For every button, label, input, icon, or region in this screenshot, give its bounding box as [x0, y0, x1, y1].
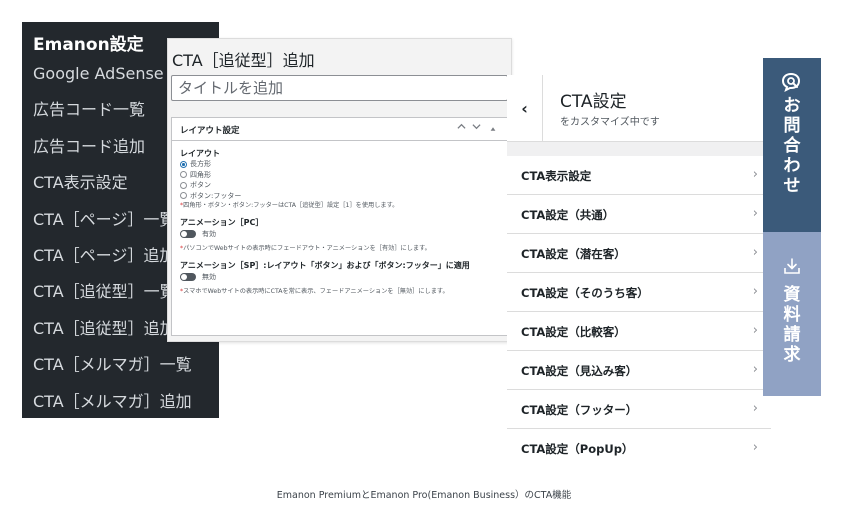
- move-up-icon[interactable]: [457, 122, 466, 134]
- section-cta-footer[interactable]: CTA設定（フッター） ›: [507, 390, 771, 429]
- radio-icon[interactable]: [180, 192, 187, 200]
- layout-option-rectangle[interactable]: 長方形: [180, 159, 499, 170]
- animation-sp-toggle-row[interactable]: 無効: [180, 271, 499, 283]
- page-title: CTA［追従型］追加: [172, 51, 315, 70]
- section-cta-someday[interactable]: CTA設定（そのうち客） ›: [507, 273, 771, 312]
- layout-option-square[interactable]: 四角形: [180, 170, 499, 181]
- customizer-section-list: CTA表示設定 › CTA設定（共通） › CTA設定（潜在客） › CTA設定（その…: [507, 156, 771, 468]
- layout-note: *四角形・ボタン・ボタン:フッターはCTA［追従型］設定［1］を使用します。: [180, 202, 399, 209]
- section-label: CTA表示設定: [521, 169, 592, 183]
- option-label: ボタン: [190, 181, 211, 190]
- chat-search-icon: [763, 72, 821, 94]
- animation-sp-label: アニメーション［SP］:レイアウト「ボタン」および「ボタン:フッター」に適用: [180, 261, 470, 270]
- contact-label: お問合わせ: [783, 96, 801, 196]
- chevron-right-icon: ›: [752, 440, 758, 455]
- section-cta-common[interactable]: CTA設定（共通） ›: [507, 195, 771, 234]
- animation-pc-label: アニメーション［PC］: [180, 218, 264, 227]
- docs-request-label: 資料請求: [783, 285, 801, 365]
- section-label: CTA設定（そのうち客）: [521, 286, 649, 300]
- chevron-right-icon: ›: [752, 323, 758, 338]
- contact-side-button[interactable]: お問合わせ: [763, 58, 821, 232]
- cta-add-panel: CTA［追従型］追加 タイトルを追加 レイアウト設定 レイアウト 長方形 四角形…: [167, 38, 512, 342]
- layout-label: レイアウト: [180, 149, 220, 158]
- option-label: 長方形: [190, 160, 211, 169]
- chevron-right-icon: ›: [752, 362, 758, 377]
- option-label: ボタン:フッター: [190, 191, 242, 200]
- box-header: レイアウト設定: [172, 118, 507, 141]
- animation-pc-note: *パソコンでWebサイトの表示時にフェードアウト・アニメーションを［有効］にしま…: [180, 245, 431, 252]
- customizer-panel: ‹ をカスタマイズ中です CTA設定 CTA表示設定 › CTA設定（共通） › C…: [507, 75, 771, 465]
- section-cta-comparison[interactable]: CTA設定（比較客） ›: [507, 312, 771, 351]
- download-icon: [763, 257, 821, 279]
- section-label: CTA設定（比較客）: [521, 325, 626, 339]
- collapse-toggle-icon[interactable]: [490, 124, 496, 135]
- box-title: レイアウト設定: [180, 126, 240, 136]
- move-down-icon[interactable]: [472, 122, 481, 134]
- title-input[interactable]: タイトルを追加: [171, 75, 508, 101]
- section-cta-potential[interactable]: CTA設定（潜在客） ›: [507, 234, 771, 273]
- radio-checked-icon[interactable]: [180, 160, 187, 168]
- chevron-right-icon: ›: [752, 167, 758, 182]
- customizer-title: CTA設定: [560, 92, 627, 112]
- section-label: CTA設定（潜在客）: [521, 247, 626, 261]
- customizer-subtitle: をカスタマイズ中です: [560, 117, 660, 128]
- section-label: CTA設定（見込み客）: [521, 364, 638, 378]
- back-button[interactable]: ‹: [507, 75, 543, 142]
- menu-item-cta-mailmag-list[interactable]: CTA［メルマガ］一覧: [22, 347, 219, 383]
- layout-option-button-footer[interactable]: ボタン:フッター: [180, 191, 499, 202]
- section-label: CTA設定（PopUp）: [521, 442, 634, 456]
- animation-pc-toggle-row[interactable]: 有効: [180, 228, 499, 240]
- section-cta-display[interactable]: CTA表示設定 ›: [507, 156, 771, 195]
- chevron-right-icon: ›: [752, 284, 758, 299]
- chevron-right-icon: ›: [752, 206, 758, 221]
- layout-settings-box: レイアウト設定 レイアウト 長方形 四角形 ボタン ボタン:フッター *四角形・…: [171, 117, 508, 336]
- figure-caption: Emanon PremiumとEmanon Pro(Emanon Busines…: [276, 490, 572, 501]
- animation-pc-toggle[interactable]: [180, 230, 196, 238]
- animation-sp-note: *スマホでWebサイトの表示時にCTAを常に表示、フェードアニメーションを［無効…: [180, 288, 449, 295]
- radio-icon[interactable]: [180, 171, 187, 179]
- option-label: 四角形: [190, 170, 211, 179]
- chevron-right-icon: ›: [752, 401, 758, 416]
- section-label: CTA設定（フッター）: [521, 403, 638, 417]
- box-body: レイアウト 長方形 四角形 ボタン ボタン:フッター *四角形・ボタン・ボタン:…: [172, 141, 507, 297]
- layout-option-button[interactable]: ボタン: [180, 180, 499, 191]
- animation-sp-toggle[interactable]: [180, 273, 196, 281]
- section-divider: [507, 142, 771, 156]
- chevron-right-icon: ›: [752, 245, 758, 260]
- toggle-state: 有効: [202, 230, 216, 238]
- docs-request-side-button[interactable]: 資料請求: [763, 232, 821, 396]
- section-cta-prospect[interactable]: CTA設定（見込み客） ›: [507, 351, 771, 390]
- customizer-header: ‹ をカスタマイズ中です CTA設定: [507, 75, 771, 142]
- section-cta-popup[interactable]: CTA設定（PopUp） ›: [507, 429, 771, 468]
- toggle-state: 無効: [202, 273, 216, 281]
- menu-item-cta-mailmag-add[interactable]: CTA［メルマガ］追加: [22, 384, 219, 418]
- radio-icon[interactable]: [180, 181, 187, 189]
- section-label: CTA設定（共通）: [521, 208, 615, 222]
- figure: Emanon設定 Google AdSense 広告コード一覧 広告コード追加 …: [0, 0, 848, 522]
